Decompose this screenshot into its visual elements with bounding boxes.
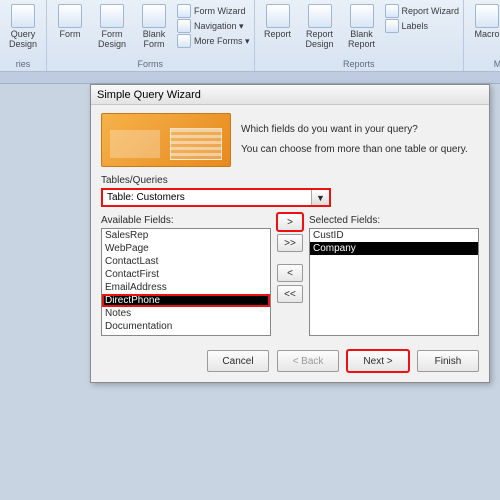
report-icon (266, 4, 290, 28)
labels-icon (385, 19, 399, 33)
available-fields-list[interactable]: SalesRep WebPage ContactLast ContactFirs… (101, 228, 271, 336)
tables-queries-combo[interactable]: ▼ (101, 188, 331, 207)
ribbon-group-forms: Form Form Design Blank Form Form Wizard … (47, 0, 255, 71)
macro-icon (475, 4, 499, 28)
add-field-button[interactable]: > (277, 213, 303, 231)
ribbon-group-reports: Report Report Design Blank Report Report… (255, 0, 465, 71)
more-forms-button[interactable]: More Forms ▾ (177, 34, 250, 48)
query-design-label: Query Design (4, 30, 42, 50)
tables-queries-value[interactable] (103, 190, 311, 205)
ribbon-group-macros: Macro Module Class Module Visual Basic M… (464, 0, 500, 71)
query-design-icon (11, 4, 35, 28)
report-wizard-icon (385, 4, 399, 18)
list-item[interactable]: ContactLast (102, 255, 270, 268)
report-design-icon (308, 4, 332, 28)
available-fields-label: Available Fields: (101, 215, 271, 226)
ribbon-group-name: ries (4, 58, 42, 71)
chevron-down-icon[interactable]: ▼ (311, 190, 329, 205)
ribbon-group-name: Forms (51, 58, 250, 71)
list-item[interactable]: Documentation (102, 320, 270, 333)
blank-report-icon (350, 4, 374, 28)
form-wizard-icon (177, 4, 191, 18)
navigation-button[interactable]: Navigation ▾ (177, 19, 250, 33)
blank-form-icon (142, 4, 166, 28)
ribbon-group-name: Reports (259, 58, 460, 71)
blank-form-button[interactable]: Blank Form (135, 2, 173, 50)
finish-button[interactable]: Finish (417, 350, 479, 372)
dialog-title: Simple Query Wizard (97, 89, 201, 101)
report-wizard-button[interactable]: Report Wizard (385, 4, 460, 18)
wizard-prompt: Which fields do you want in your query? (241, 123, 479, 137)
workspace (0, 72, 500, 84)
form-wizard-button[interactable]: Form Wizard (177, 4, 250, 18)
cancel-button[interactable]: Cancel (207, 350, 269, 372)
list-item-selected[interactable]: DirectPhone (102, 294, 270, 307)
form-button[interactable]: Form (51, 2, 89, 40)
dialog-titlebar[interactable]: Simple Query Wizard (91, 85, 489, 105)
add-all-fields-button[interactable]: >> (277, 234, 303, 252)
selected-fields-list[interactable]: CustID Company (309, 228, 479, 336)
remove-all-fields-button[interactable]: << (277, 285, 303, 303)
selected-fields-label: Selected Fields: (309, 215, 479, 226)
form-icon (58, 4, 82, 28)
labels-button[interactable]: Labels (385, 19, 460, 33)
list-item-selected[interactable]: Company (310, 242, 478, 255)
wizard-illustration-icon (101, 113, 231, 167)
query-design-button[interactable]: Query Design (4, 2, 42, 50)
wizard-subprompt: You can choose from more than one table … (241, 143, 479, 157)
more-forms-icon (177, 34, 191, 48)
remove-field-button[interactable]: < (277, 264, 303, 282)
list-item[interactable]: ContactFirst (102, 268, 270, 281)
list-item[interactable]: SalesRep (102, 229, 270, 242)
macro-button[interactable]: Macro (468, 2, 500, 40)
blank-report-button[interactable]: Blank Report (343, 2, 381, 50)
list-item[interactable]: WebPage (102, 242, 270, 255)
ribbon-group-queries: Query Design ries (0, 0, 47, 71)
list-item[interactable]: CustID (310, 229, 478, 242)
query-wizard-dialog: Simple Query Wizard Which fields do you … (90, 84, 490, 383)
ribbon-group-name: Macros & Code (468, 58, 500, 71)
tables-queries-label: Tables/Queries (101, 175, 479, 186)
ribbon: Query Design ries Form Form Design Blank… (0, 0, 500, 72)
list-item[interactable]: EmailAddress (102, 281, 270, 294)
report-design-button[interactable]: Report Design (301, 2, 339, 50)
back-button[interactable]: < Back (277, 350, 339, 372)
form-design-button[interactable]: Form Design (93, 2, 131, 50)
list-item[interactable]: Notes (102, 307, 270, 320)
report-button[interactable]: Report (259, 2, 297, 40)
next-button[interactable]: Next > (347, 350, 409, 372)
form-design-icon (100, 4, 124, 28)
navigation-icon (177, 19, 191, 33)
